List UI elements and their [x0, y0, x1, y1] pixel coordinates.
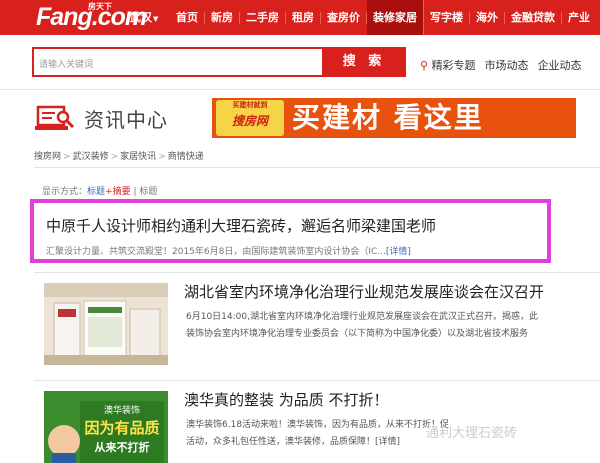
quick-link-topics-label: 精彩专题 — [431, 59, 476, 72]
watermark: 通利大理石瓷砖 — [426, 426, 518, 441]
banner-stamp-big: 搜房网 — [231, 114, 268, 128]
article-summary: 6月10日14:00,湖北省室内环境净化治理行业规范发展座谈会在武汉正式召开。揭… — [186, 309, 600, 343]
nav-item-home[interactable]: 首页 — [170, 11, 205, 24]
thumb-text-mid: 因为有品质 — [84, 419, 159, 437]
location-pin-icon: ⚲ — [420, 59, 429, 72]
quick-link-market[interactable]: 市场动态 — [485, 57, 529, 73]
city-selector[interactable]: 武汉▼ — [130, 9, 158, 25]
nav-item-overseas[interactable]: 海外 — [470, 11, 505, 24]
breadcrumb-separator: > — [63, 152, 71, 162]
article-summary-line: 澳华装饰6.18活动来啦！澳华装饰，因为有品质，从来不打折！促 — [186, 420, 450, 430]
search-row: 请输入关键词 搜 索 ⚲ 精彩专题 市场动态 企业动态 — [0, 35, 600, 90]
display-mode-option-summary-part: +摘要 — [105, 187, 131, 197]
city-label: 武汉 — [130, 11, 152, 24]
thumb-text-bot: 从来不打折 — [95, 440, 150, 454]
display-mode-label: 显示方式： — [42, 187, 88, 197]
display-mode-option-title[interactable]: 标题 — [139, 187, 157, 197]
article-title[interactable]: 澳华真的整装 为品质 不打折！ — [184, 389, 389, 410]
featured-summary: 汇聚设计力量、共筑交流殿堂！2015年6月8日，由国际建筑装饰室内设计协会（IC… — [46, 244, 411, 257]
list-item: 湖北省室内环境净化治理行业规范发展座谈会在汉召开 6月10日14:00,湖北省室… — [34, 272, 600, 372]
breadcrumb-item[interactable]: 武汉装修 — [73, 152, 109, 162]
divider — [34, 167, 600, 168]
nav-item-price-check[interactable]: 查房价 — [321, 11, 367, 24]
breadcrumb-separator: > — [110, 152, 119, 162]
article-summary-line: 活动，众多礼包任性送，澳华装修，品质保障！[详情] — [186, 437, 401, 447]
display-mode-option-title-summary[interactable]: 标题+摘要 — [87, 187, 131, 197]
breadcrumb-separator: > — [158, 152, 166, 162]
promo-thumbnail-graphic: 澳华装饰 因为有品质 从来不打折 — [44, 391, 168, 463]
main-nav: 首页 新房 二手房 租房 查房价 装修家居 写字楼 海外 金融贷款 产业 — [170, 0, 596, 35]
featured-title[interactable]: 中原千人设计师相约通利大理石瓷砖，邂逅名师梁建国老师 — [46, 215, 436, 236]
display-mode-option-title-part: 标题 — [87, 187, 106, 197]
article-summary-line: 6月10日14:00,湖北省室内环境净化治理行业规范发展座谈会在武汉正式召开。揭… — [186, 312, 538, 322]
article-thumbnail[interactable]: 澳华装饰 因为有品质 从来不打折 — [44, 391, 168, 463]
nav-item-industry[interactable]: 产业 — [562, 11, 596, 24]
featured-article[interactable]: 中原千人设计师相约通利大理石瓷砖，邂逅名师梁建国老师 汇聚设计力量、共筑交流殿堂… — [30, 199, 551, 263]
featured-more-link[interactable]: [详情] — [386, 247, 411, 257]
featured-summary-text: 汇聚设计力量、共筑交流殿堂！2015年6月8日，由国际建筑装饰室内设计协会（IC… — [46, 247, 386, 257]
breadcrumb-item[interactable]: 搜房网 — [34, 152, 61, 162]
nav-item-office[interactable]: 写字楼 — [424, 11, 470, 24]
nav-item-finance[interactable]: 金融贷款 — [505, 11, 562, 24]
news-center-header: 资讯中心 买建材就到 搜房网 买建材 看这里 — [0, 90, 600, 142]
banner-stamp: 买建材就到 搜房网 — [216, 100, 284, 136]
display-mode: 显示方式：标题+摘要 | 标题 — [42, 184, 157, 197]
conference-photo — [44, 283, 168, 365]
news-laptop-search-icon — [35, 105, 75, 130]
logo-tag: 房天下 — [88, 2, 112, 11]
breadcrumb-item[interactable]: 家居快讯 — [120, 152, 156, 162]
top-nav: Fang.com 房天下 武汉▼ 首页 新房 二手房 租房 查房价 装修家居 写… — [0, 0, 600, 35]
breadcrumb-item[interactable]: 商情快递 — [168, 152, 204, 162]
article-thumbnail[interactable] — [44, 283, 168, 365]
caret-down-icon: ▼ — [153, 15, 159, 23]
nav-item-rental[interactable]: 租房 — [286, 11, 321, 24]
article-summary: 澳华装饰6.18活动来啦！澳华装饰，因为有品质，从来不打折！促 活动，众多礼包任… — [186, 417, 600, 451]
search-button[interactable]: 搜 索 — [322, 47, 406, 77]
quick-links: ⚲ 精彩专题 市场动态 企业动态 — [420, 57, 582, 73]
quick-link-topics[interactable]: ⚲ 精彩专题 — [420, 57, 476, 73]
breadcrumb: 搜房网 > 武汉装修 > 家居快讯 > 商情快递 — [34, 149, 204, 162]
quick-link-company[interactable]: 企业动态 — [538, 57, 582, 73]
nav-item-new-homes[interactable]: 新房 — [205, 11, 240, 24]
article-title[interactable]: 湖北省室内环境净化治理行业规范发展座谈会在汉召开 — [184, 281, 544, 302]
promo-banner[interactable]: 买建材就到 搜房网 买建材 看这里 — [212, 98, 576, 138]
banner-stamp-small: 买建材就到 — [232, 101, 268, 109]
thumb-text-top: 澳华装饰 — [104, 404, 140, 416]
banner-slogan: 买建材 看这里 — [292, 101, 484, 134]
search-input[interactable]: 请输入关键词 — [32, 47, 324, 77]
nav-item-home-decor[interactable]: 装修家居 — [367, 0, 424, 35]
nav-item-resale[interactable]: 二手房 — [240, 11, 286, 24]
article-summary-line: 装饰协会室内环境净化治理专业委员会（以下简称为中国净化委）以及湖北省技术服务 — [186, 329, 529, 339]
section-title: 资讯中心 — [84, 108, 168, 132]
